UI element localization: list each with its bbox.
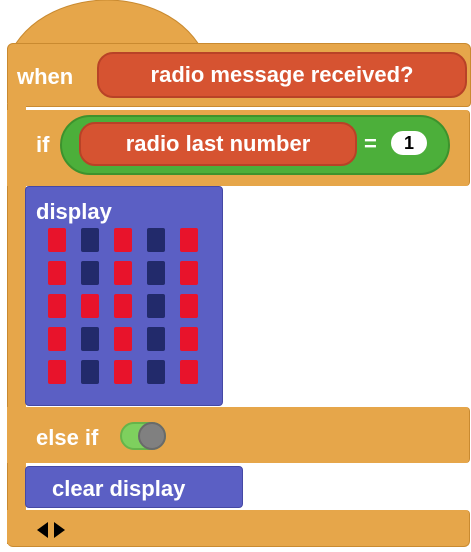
led-cell[interactable] xyxy=(180,261,198,285)
led-cell[interactable] xyxy=(114,327,132,351)
if-block-bottom-arm[interactable] xyxy=(7,510,470,547)
toggle-knob[interactable] xyxy=(138,422,166,450)
display-label: display xyxy=(36,199,112,224)
led-cell[interactable] xyxy=(81,360,99,384)
led-cell[interactable] xyxy=(48,261,66,285)
if-keyword: if xyxy=(36,132,50,157)
led-cell[interactable] xyxy=(114,261,132,285)
else-if-keyword: else if xyxy=(36,425,99,450)
when-keyword: when xyxy=(17,64,74,89)
led-cell[interactable] xyxy=(180,360,198,384)
led-cell[interactable] xyxy=(81,294,99,318)
led-cell[interactable] xyxy=(114,294,132,318)
led-cell[interactable] xyxy=(48,327,66,351)
led-cell[interactable] xyxy=(147,360,165,384)
radio-message-received-reporter[interactable]: radio message received? xyxy=(97,52,467,98)
led-cell[interactable] xyxy=(114,360,132,384)
led-cell[interactable] xyxy=(147,228,165,252)
led-cell[interactable] xyxy=(114,228,132,252)
equals-sign: = xyxy=(364,131,377,156)
led-cell[interactable] xyxy=(147,294,165,318)
led-cell[interactable] xyxy=(48,228,66,252)
led-cell[interactable] xyxy=(180,327,198,351)
left-right-arrows-icon[interactable] xyxy=(34,520,68,540)
led-cell[interactable] xyxy=(48,360,66,384)
script-canvas: when radio message received? if radio la… xyxy=(0,0,471,552)
radio-last-number-reporter[interactable]: radio last number xyxy=(79,122,357,166)
clear-display-label: clear display xyxy=(52,476,186,501)
led-cell[interactable] xyxy=(81,327,99,351)
led-cell[interactable] xyxy=(180,228,198,252)
led-cell[interactable] xyxy=(147,327,165,351)
led-cell[interactable] xyxy=(81,261,99,285)
led-matrix xyxy=(48,228,204,394)
led-cell[interactable] xyxy=(48,294,66,318)
led-cell[interactable] xyxy=(81,228,99,252)
led-cell[interactable] xyxy=(147,261,165,285)
led-cell[interactable] xyxy=(180,294,198,318)
number-input[interactable]: 1 xyxy=(391,131,427,155)
